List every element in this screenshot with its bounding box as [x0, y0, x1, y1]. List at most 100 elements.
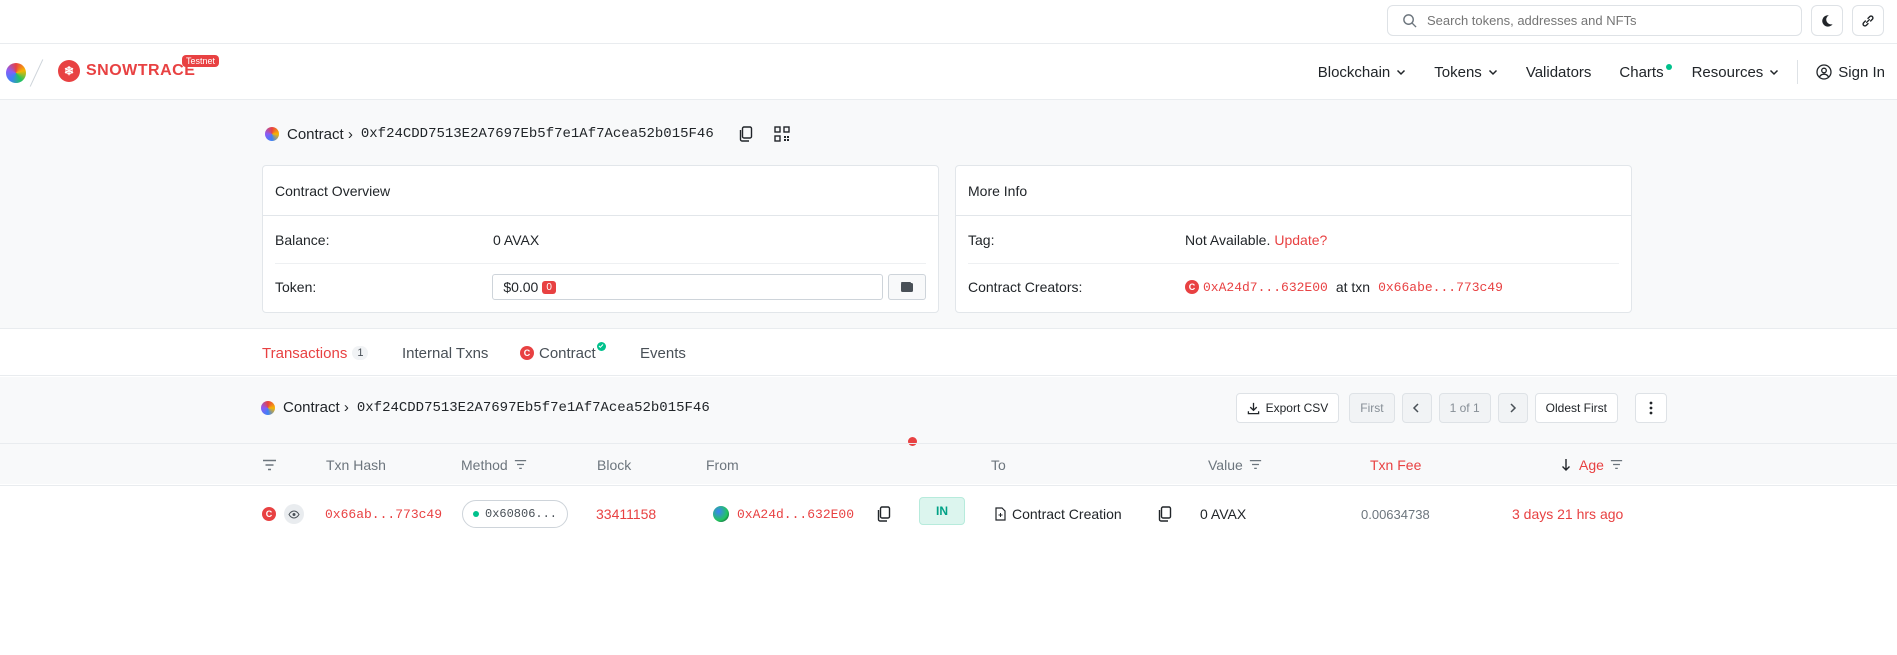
- sort-down-arrow-icon: [1561, 458, 1571, 472]
- sign-in-label: Sign In: [1838, 63, 1885, 81]
- update-tag-link[interactable]: Update?: [1274, 232, 1327, 248]
- top-bar: [0, 0, 1897, 44]
- brand-name: SNOWTRACE: [86, 62, 196, 79]
- next-page-button[interactable]: [1497, 393, 1528, 423]
- token-dropdown[interactable]: $0.00 0: [492, 274, 884, 300]
- tab-label: Transactions: [262, 344, 348, 362]
- page-indicator: 1 of 1: [1438, 393, 1491, 423]
- column-from: From: [706, 444, 739, 485]
- value-cell: 0 AVAX: [1200, 506, 1247, 522]
- overview-section: Contract › 0xf24CDD7513E2A7697Eb5f7e1Af7…: [0, 100, 1897, 329]
- transactions-panel: Contract › 0xf24CDD7513E2A7697Eb5f7e1Af7…: [0, 377, 1897, 484]
- table-header: Txn Hash Method Block From To Value Txn …: [0, 443, 1897, 484]
- chevron-right-icon: [1508, 403, 1517, 413]
- tab-label: Events: [640, 344, 686, 362]
- method-badge: 0x60806...: [462, 500, 569, 528]
- column-label: Block: [597, 456, 632, 473]
- token-label: Token:: [275, 279, 317, 295]
- to-cell: Contract Creation: [995, 486, 1122, 542]
- column-label: Method: [461, 456, 508, 473]
- eye-icon[interactable]: [284, 504, 304, 524]
- copy-from-icon[interactable]: [877, 486, 891, 542]
- column-label: Txn Fee: [1370, 456, 1422, 473]
- panel-breadcrumb: Contract › 0xf24CDD7513E2A7697Eb5f7e1Af7…: [261, 399, 710, 416]
- breadcrumb: Contract › 0xf24CDD7513E2A7697Eb5f7e1Af7…: [265, 124, 792, 144]
- nav-label: Blockchain: [1317, 63, 1391, 81]
- export-csv-button[interactable]: Export CSV: [1235, 393, 1340, 423]
- creator-address-link[interactable]: 0xA24d7...632E00: [1203, 280, 1328, 295]
- row-type: C: [262, 486, 276, 542]
- tab-label: Internal Txns: [402, 344, 489, 362]
- nav-resources[interactable]: Resources: [1678, 44, 1794, 100]
- qr-code-icon[interactable]: [772, 124, 792, 144]
- nav-label: Tokens: [1434, 63, 1482, 81]
- contract-icon: C: [1185, 280, 1199, 294]
- search-box[interactable]: [1387, 5, 1802, 36]
- link-button[interactable]: [1852, 5, 1884, 36]
- copy-icon[interactable]: [736, 124, 756, 144]
- direction-badge: IN: [919, 497, 965, 525]
- network-logo-icon[interactable]: [6, 63, 26, 83]
- divider: [29, 59, 44, 87]
- row-details[interactable]: [284, 486, 304, 542]
- sort-order-button[interactable]: Oldest First: [1534, 393, 1618, 423]
- link-icon: [1861, 14, 1875, 28]
- pagination-controls: Export CSV First 1 of 1 Oldest First: [1235, 393, 1667, 423]
- sort-label: Oldest First: [1545, 401, 1607, 415]
- nav-menu: Blockchain Tokens Validators Charts Reso…: [1304, 44, 1885, 100]
- wallet-button[interactable]: [888, 274, 926, 300]
- search-input[interactable]: [1427, 13, 1787, 28]
- card-title: Contract Overview: [263, 166, 938, 216]
- from-address-link[interactable]: 0xA24d...632E00: [737, 507, 854, 522]
- txn-hash-link[interactable]: 0x66ab...773c49: [325, 486, 442, 542]
- sign-in-link[interactable]: Sign In: [1802, 44, 1885, 100]
- new-indicator-dot: [1665, 64, 1672, 70]
- creator-txn-link[interactable]: 0x66abe...773c49: [1378, 280, 1503, 295]
- block-link[interactable]: 33411158: [596, 486, 656, 542]
- tag-label: Tag:: [968, 231, 995, 248]
- more-options-button[interactable]: [1635, 393, 1667, 423]
- contract-icon: C: [520, 346, 534, 360]
- chevron-down-icon: [1769, 67, 1779, 77]
- user-icon: [1816, 64, 1832, 80]
- column-label: To: [991, 456, 1006, 473]
- column-age[interactable]: Age: [1561, 444, 1623, 485]
- column-method[interactable]: Method: [461, 444, 527, 485]
- tab-internal-txns[interactable]: Internal Txns: [402, 330, 488, 376]
- balance-row: Balance: 0 AVAX: [275, 216, 926, 263]
- direction-cell: IN: [919, 483, 965, 539]
- nav-label: Charts: [1619, 63, 1664, 81]
- filter-icon: [1249, 459, 1262, 470]
- nav-tokens[interactable]: Tokens: [1420, 44, 1512, 100]
- tab-contract[interactable]: C Contract: [520, 330, 610, 376]
- column-to: To: [991, 444, 1006, 485]
- moon-icon: [1820, 14, 1834, 28]
- table-row: C 0x66ab...773c49 0x60806... 33411158 0x…: [0, 485, 1897, 541]
- tag-row: Tag: Not Available. Update?: [968, 216, 1619, 263]
- method-cell: 0x60806...: [462, 486, 569, 542]
- status-dot: [473, 511, 479, 517]
- tab-events[interactable]: Events: [640, 330, 686, 376]
- copy-to-icon[interactable]: [1158, 486, 1172, 542]
- snowtrace-logo-icon: ❄: [58, 60, 80, 82]
- tab-transactions[interactable]: Transactions 1: [262, 330, 369, 376]
- creators-row: Contract Creators: C 0xA24d7...632E00 at…: [968, 263, 1619, 310]
- column-value[interactable]: Value: [1208, 444, 1262, 485]
- filter-icon[interactable]: [262, 444, 277, 485]
- nav-charts[interactable]: Charts: [1605, 44, 1677, 100]
- chevron-left-icon: [1412, 403, 1421, 413]
- prev-page-button[interactable]: [1401, 393, 1432, 423]
- contract-icon: C: [262, 507, 276, 521]
- column-txn-fee[interactable]: Txn Fee: [1370, 444, 1421, 485]
- brand-logo[interactable]: ❄ SNOWTRACE Testnet: [58, 55, 220, 82]
- theme-toggle-button[interactable]: [1811, 5, 1843, 36]
- contract-address: 0xf24CDD7513E2A7697Eb5f7e1Af7Acea52b015F…: [356, 399, 710, 416]
- nav-validators[interactable]: Validators: [1512, 44, 1606, 100]
- filter-icon: [1610, 459, 1623, 470]
- export-label: Export CSV: [1265, 401, 1329, 415]
- kebab-menu-icon: [1649, 401, 1653, 415]
- contract-logo-icon: [261, 400, 275, 415]
- first-page-button[interactable]: First: [1349, 393, 1395, 423]
- nav-blockchain[interactable]: Blockchain: [1304, 44, 1421, 100]
- search-icon: [1402, 13, 1417, 28]
